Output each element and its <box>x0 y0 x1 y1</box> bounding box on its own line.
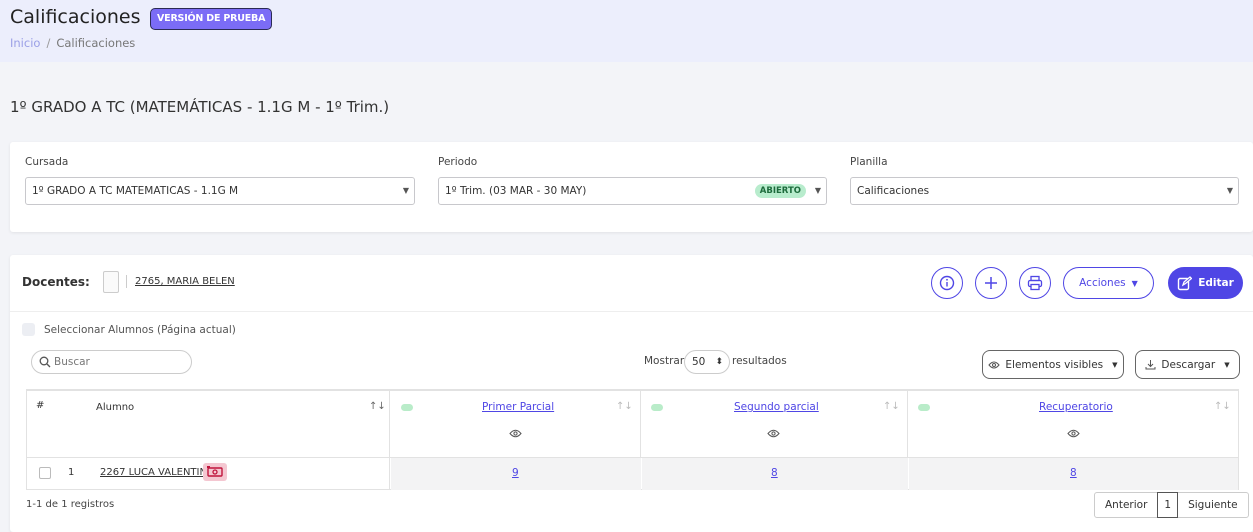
records-info: 1-1 de 1 registros <box>26 499 115 510</box>
sort-arrows-icon: ⬍ <box>715 357 723 367</box>
eye-icon <box>988 361 1001 368</box>
status-dot <box>401 404 413 411</box>
column-header-recuperatorio[interactable]: Recuperatorio <box>1039 401 1113 413</box>
teacher-link[interactable]: 2765, MARIA BELEN <box>135 276 235 287</box>
page-length-select[interactable]: 50 ⬍ <box>684 350 730 374</box>
info-button[interactable] <box>931 267 963 299</box>
cursada-select[interactable]: 1º GRADO A TC MATEMATICAS - 1.1G M ▼ <box>25 177 415 205</box>
planilla-select[interactable]: Calificaciones ▼ <box>850 177 1239 205</box>
grade-segundo-parcial[interactable]: 8 <box>771 467 778 479</box>
cursada-value: 1º GRADO A TC MATEMATICAS - 1.1G M <box>32 185 239 197</box>
periodo-label: Periodo <box>438 156 478 168</box>
cursada-label: Cursada <box>25 156 69 168</box>
chevron-down-icon: ▼ <box>1226 186 1233 195</box>
select-all-label: Seleccionar Alumnos (Página actual) <box>44 324 236 336</box>
download-label: Descargar <box>1161 358 1216 371</box>
divider <box>10 311 1253 312</box>
teacher-avatar <box>103 271 119 293</box>
breadcrumb: Inicio / Calificaciones <box>10 36 135 50</box>
sort-icon[interactable]: ↑↓ <box>883 401 900 412</box>
filters-card: Cursada 1º GRADO A TC MATEMATICAS - 1.1G… <box>10 142 1253 232</box>
search-placeholder: Buscar <box>54 356 90 368</box>
status-dot <box>651 404 663 411</box>
column-header-alumno[interactable]: Alumno <box>96 402 134 413</box>
status-badge: ABIERTO <box>754 184 806 198</box>
breadcrumb-home-link[interactable]: Inicio <box>10 36 40 50</box>
eye-icon[interactable] <box>509 429 522 438</box>
periodo-value: 1º Trim. (03 MAR - 30 MAY) <box>445 185 587 197</box>
acciones-label: Acciones <box>1079 277 1126 289</box>
caret-down-icon: ▼ <box>1224 360 1230 369</box>
chevron-down-icon: ▼ <box>402 186 409 195</box>
sort-asc-icon[interactable]: ↑↓ <box>369 401 386 412</box>
student-link[interactable]: 2267 LUCA VALENTIN <box>100 467 207 478</box>
planilla-label: Planilla <box>850 156 888 168</box>
length-suffix: resultados <box>732 355 787 367</box>
row-checkbox[interactable] <box>39 467 51 479</box>
download-button[interactable]: Descargar ▼ <box>1135 350 1240 379</box>
row-number: 1 <box>68 467 75 478</box>
grade-primer-parcial[interactable]: 9 <box>512 467 519 479</box>
select-all-checkbox[interactable] <box>22 323 35 336</box>
breadcrumb-separator: / <box>46 36 51 50</box>
acciones-button[interactable]: Acciones ▼ <box>1063 267 1154 299</box>
next-page-button[interactable]: Siguiente <box>1178 493 1248 517</box>
editar-button[interactable]: Editar <box>1168 267 1243 299</box>
page-header: Calificaciones VERSIÓN DE PRUEBA Inicio /… <box>0 0 1253 62</box>
plus-icon <box>985 277 997 289</box>
breadcrumb-current: Calificaciones <box>56 36 136 50</box>
planilla-value: Calificaciones <box>857 185 930 197</box>
sort-icon[interactable]: ↑↓ <box>616 401 633 412</box>
eye-icon[interactable] <box>767 429 780 438</box>
column-header-num: # <box>36 400 45 411</box>
info-icon <box>939 275 955 291</box>
chevron-down-icon: ▼ <box>814 186 821 195</box>
periodo-select[interactable]: 1º Trim. (03 MAR - 30 MAY) ABIERTO ▼ <box>438 177 827 205</box>
search-icon <box>39 356 51 368</box>
page-title: Calificaciones <box>10 6 141 28</box>
editar-label: Editar <box>1198 277 1234 289</box>
print-button[interactable] <box>1019 267 1051 299</box>
search-input[interactable]: Buscar <box>31 350 192 374</box>
pagination: Anterior 1 Siguiente <box>1094 492 1249 518</box>
length-prefix: Mostrar <box>644 355 685 367</box>
visible-elements-button[interactable]: Elementos visibles ▼ <box>982 350 1124 379</box>
money-icon <box>203 463 227 481</box>
add-button[interactable] <box>975 267 1007 299</box>
visible-elements-label: Elementos visibles <box>1005 358 1104 371</box>
context-title: 1º GRADO A TC (MATEMÁTICAS - 1.1G M - 1º… <box>10 98 390 116</box>
status-dot <box>918 404 930 411</box>
column-header-segundo-parcial[interactable]: Segundo parcial <box>734 401 819 413</box>
caret-down-icon: ▼ <box>1112 360 1118 369</box>
sort-icon[interactable]: ↑↓ <box>1214 401 1231 412</box>
docentes-label: Docentes: <box>22 275 90 289</box>
eye-icon[interactable] <box>1067 429 1080 438</box>
caret-down-icon: ▼ <box>1131 278 1138 288</box>
page-length-value: 50 <box>692 356 706 368</box>
download-icon <box>1145 360 1156 370</box>
trial-badge: VERSIÓN DE PRUEBA <box>150 8 273 30</box>
divider <box>126 275 127 288</box>
page-1-button[interactable]: 1 <box>1157 492 1179 518</box>
printer-icon <box>1027 275 1043 291</box>
edit-icon <box>1178 275 1193 290</box>
grade-recuperatorio[interactable]: 8 <box>1070 467 1077 479</box>
column-header-primer-parcial[interactable]: Primer Parcial <box>482 401 554 413</box>
prev-page-button[interactable]: Anterior <box>1095 493 1157 517</box>
header-row-divider <box>27 457 1238 458</box>
